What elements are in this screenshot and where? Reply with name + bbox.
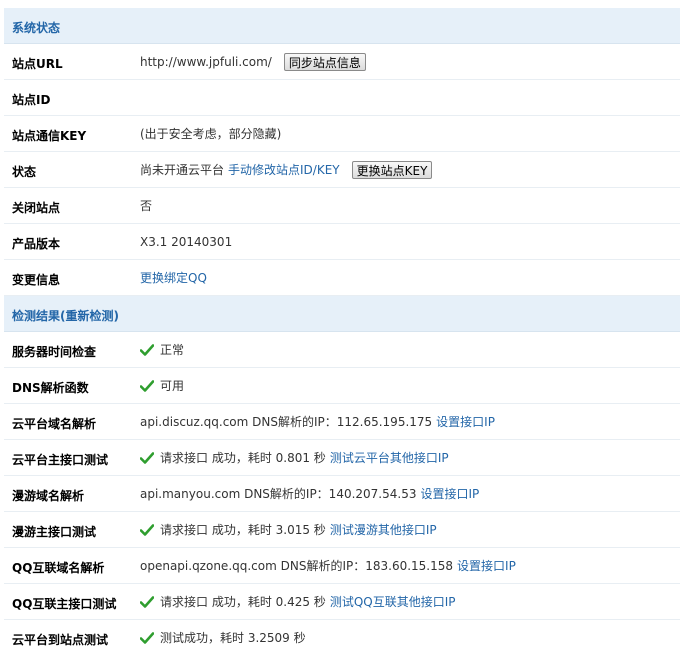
version-value: X3.1 20140301 (140, 234, 233, 249)
checkmark-icon (140, 343, 154, 356)
qq-api-row: QQ互联主接口测试 请求接口 成功，耗时 0.425 秒 测试QQ互联其他接口I… (4, 584, 680, 620)
server-time-label: 服务器时间检查 (12, 345, 97, 359)
change-info-row: 变更信息 更换绑定QQ (4, 260, 680, 296)
checkmark-icon (140, 595, 154, 608)
sync-site-info-button[interactable]: 同步站点信息 (283, 52, 366, 71)
cloud-dns-label: 云平台域名解析 (12, 417, 97, 431)
qq-api-value: 请求接口 成功，耗时 0.425 秒 (160, 595, 326, 609)
version-row: 产品版本 X3.1 20140301 (4, 224, 680, 260)
manyou-api-value: 请求接口 成功，耗时 3.015 秒 (160, 523, 326, 537)
status-label: 状态 (12, 165, 37, 179)
dns-func-label: DNS解析函数 (12, 381, 89, 395)
server-time-value: 正常 (160, 343, 185, 357)
site-url-value: http://www.jpfuli.com/ (140, 54, 272, 69)
qq-dns-row: QQ互联域名解析 openapi.qzone.qq.com DNS解析的IP：1… (4, 548, 680, 584)
site-url-label: 站点URL (12, 57, 63, 71)
cloud-dns-row: 云平台域名解析 api.discuz.qq.com DNS解析的IP：112.6… (4, 404, 680, 440)
checkmark-icon (140, 451, 154, 464)
dns-func-value: 可用 (160, 379, 185, 393)
manyou-dns-label: 漫游域名解析 (12, 489, 85, 503)
check-results-title[interactable]: 检测结果(重新检测) (12, 307, 119, 324)
close-site-value: 否 (140, 199, 153, 213)
system-status-title: 系统状态 (12, 21, 61, 35)
check-results-header: 检测结果(重新检测) (4, 296, 680, 332)
site-key-label: 站点通信KEY (12, 129, 87, 143)
change-info-label: 变更信息 (12, 273, 61, 287)
qq-api-label: QQ互联主接口测试 (12, 597, 117, 611)
test-manyou-ip-link[interactable]: 测试漫游其他接口IP (330, 521, 437, 538)
manyou-dns-row: 漫游域名解析 api.manyou.com DNS解析的IP：140.207.5… (4, 476, 680, 512)
dns-func-row: DNS解析函数 可用 (4, 368, 680, 404)
site-id-row: 站点ID (4, 80, 680, 116)
manyou-set-ip-link[interactable]: 设置接口IP (420, 485, 479, 502)
manyou-api-row: 漫游主接口测试 请求接口 成功，耗时 3.015 秒 测试漫游其他接口IP (4, 512, 680, 548)
cloud-api-row: 云平台主接口测试 请求接口 成功，耗时 0.801 秒 测试云平台其他接口IP (4, 440, 680, 476)
qq-dns-label: QQ互联域名解析 (12, 561, 105, 575)
status-row: 状态 尚未开通云平台 手动修改站点ID/KEY 更换站点KEY (4, 152, 680, 188)
site-key-value: (出于安全考虑，部分隐藏) (140, 127, 282, 141)
change-site-key-button[interactable]: 更换站点KEY (351, 160, 433, 179)
checkmark-icon (140, 379, 154, 392)
cloud-to-site-label: 云平台到站点测试 (12, 633, 109, 647)
cloud-api-value: 请求接口 成功，耗时 0.801 秒 (160, 451, 326, 465)
manyou-dns-value: api.manyou.com DNS解析的IP：140.207.54.53 (140, 487, 417, 501)
close-site-row: 关闭站点 否 (4, 188, 680, 224)
rebind-qq-link[interactable]: 更换绑定QQ (140, 269, 207, 286)
test-qq-ip-link[interactable]: 测试QQ互联其他接口IP (330, 593, 456, 610)
qq-set-ip-link[interactable]: 设置接口IP (457, 557, 516, 574)
site-key-row: 站点通信KEY (出于安全考虑，部分隐藏) (4, 116, 680, 152)
qq-dns-value: openapi.qzone.qq.com DNS解析的IP：183.60.15.… (140, 559, 454, 573)
cloud-dns-value: api.discuz.qq.com DNS解析的IP：112.65.195.17… (140, 415, 433, 429)
edit-site-id-key-link[interactable]: 手动修改站点ID/KEY (228, 161, 340, 178)
checkmark-icon (140, 631, 154, 644)
cloud-set-ip-link[interactable]: 设置接口IP (436, 413, 495, 430)
server-time-row: 服务器时间检查 正常 (4, 332, 680, 368)
system-status-header: 系统状态 (4, 8, 680, 44)
site-url-row: 站点URL http://www.jpfuli.com/ 同步站点信息 (4, 44, 680, 80)
cloud-platform-status-panel: 系统状态 站点URL http://www.jpfuli.com/ 同步站点信息… (0, 0, 680, 651)
status-value: 尚未开通云平台 (140, 163, 225, 177)
manyou-api-label: 漫游主接口测试 (12, 525, 97, 539)
cloud-api-label: 云平台主接口测试 (12, 453, 109, 467)
version-label: 产品版本 (12, 237, 61, 251)
test-cloud-ip-link[interactable]: 测试云平台其他接口IP (330, 449, 449, 466)
cloud-to-site-value: 测试成功，耗时 3.2509 秒 (160, 631, 306, 645)
close-site-label: 关闭站点 (12, 201, 61, 215)
checkmark-icon (140, 523, 154, 536)
site-id-label: 站点ID (12, 93, 51, 107)
